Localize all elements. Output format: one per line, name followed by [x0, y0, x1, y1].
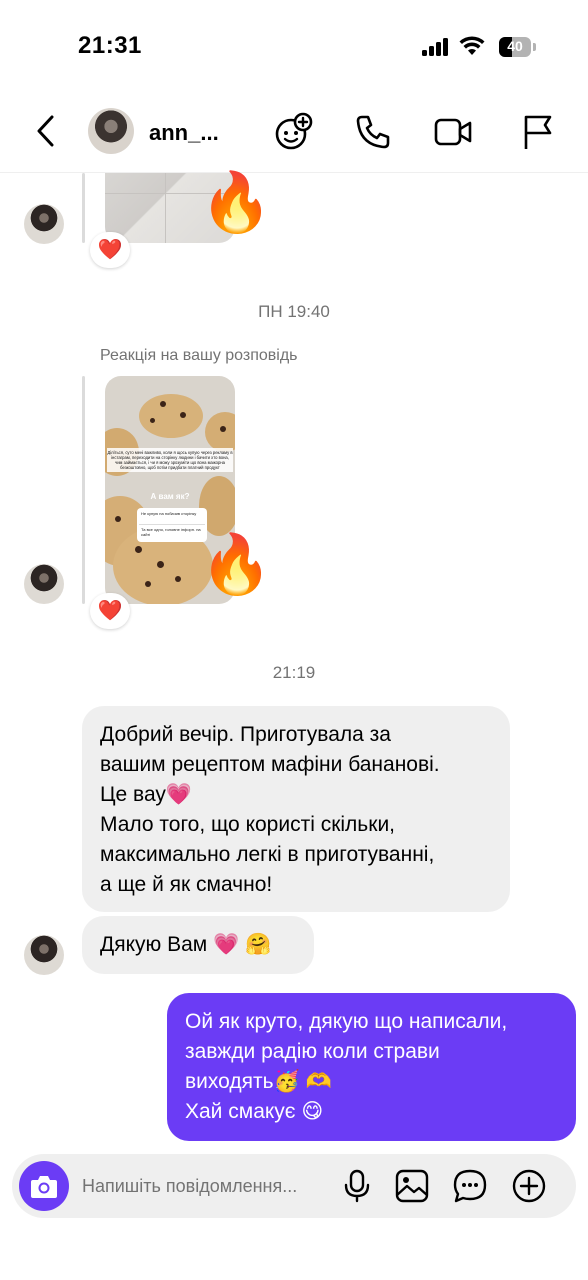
- incoming-message[interactable]: Добрий вечір. Приготувала за вашим рецеп…: [82, 706, 510, 912]
- flag-icon[interactable]: [518, 112, 558, 152]
- message-line: Ой як круто, дякую що написали,: [185, 1010, 508, 1033]
- battery-icon: 40: [499, 37, 537, 57]
- battery-percent: 40: [507, 38, 523, 54]
- timestamp: ПН 19:40: [258, 302, 330, 321]
- message-line: Дякую Вам 💗 🤗: [100, 933, 272, 956]
- username[interactable]: ann_...: [149, 120, 219, 146]
- message-line: Добрий вечір. Приготувала за: [100, 723, 391, 746]
- story-overlay-text: Діліться, суто мені важливо, коли я щось…: [107, 448, 233, 472]
- story-question: А вам як?: [150, 492, 190, 501]
- message-line: максимально легкі в приготуванні,: [100, 843, 435, 866]
- timestamp: 21:19: [272, 663, 316, 682]
- heart-reaction-badge[interactable]: ❤️: [90, 593, 130, 629]
- fire-reaction-emoji: 🔥: [200, 170, 273, 235]
- wifi-icon: [459, 36, 485, 55]
- stickers-add-icon[interactable]: [273, 112, 313, 152]
- video-camera-icon[interactable]: [433, 112, 473, 152]
- camera-icon: [31, 1176, 57, 1198]
- story-poll-option: Та все одно, головне інфорн. на сайті: [141, 527, 201, 537]
- camera-button[interactable]: [19, 1161, 69, 1211]
- microphone-icon[interactable]: [340, 1169, 374, 1203]
- message-line: завжди радію коли страви: [185, 1040, 440, 1063]
- heart-reaction-badge[interactable]: ❤️: [90, 232, 130, 268]
- message-input[interactable]: [82, 1172, 332, 1200]
- message-line: вашим рецептом мафіни бананові.: [100, 753, 440, 776]
- message-line: Це вау💗: [100, 783, 193, 806]
- fire-reaction-emoji: 🔥: [200, 532, 273, 597]
- story-poll-option: Не купую на побачив сторінку: [141, 511, 197, 516]
- back-chevron-icon[interactable]: [32, 114, 62, 148]
- gallery-icon[interactable]: [395, 1169, 429, 1203]
- message-line: Хай смакує 😋: [185, 1100, 324, 1123]
- outgoing-message[interactable]: Ой як круто, дякую що написали, завжди р…: [167, 993, 576, 1141]
- avatar[interactable]: [88, 108, 134, 154]
- avatar[interactable]: [24, 204, 64, 244]
- header-divider: [0, 172, 588, 173]
- avatar[interactable]: [24, 935, 64, 975]
- plus-circle-icon[interactable]: [512, 1169, 546, 1203]
- message-line: виходять🥳 🫶: [185, 1070, 332, 1093]
- message-line: а ще й як смачно!: [100, 873, 273, 896]
- story-reply-bar: [82, 376, 85, 604]
- story-reply-label: Реакція на вашу розповідь: [100, 347, 298, 364]
- story-reply-bar: [82, 173, 85, 243]
- status-time: 21:31: [78, 32, 142, 59]
- cellular-signal-icon: [422, 38, 450, 56]
- sticker-chat-icon[interactable]: [453, 1169, 487, 1203]
- phone-icon[interactable]: [353, 112, 393, 152]
- message-line: Мало того, що користі скільки,: [100, 813, 396, 836]
- avatar[interactable]: [24, 564, 64, 604]
- bottom-safe-area: [0, 1230, 588, 1280]
- incoming-message[interactable]: Дякую Вам 💗 🤗: [82, 916, 314, 974]
